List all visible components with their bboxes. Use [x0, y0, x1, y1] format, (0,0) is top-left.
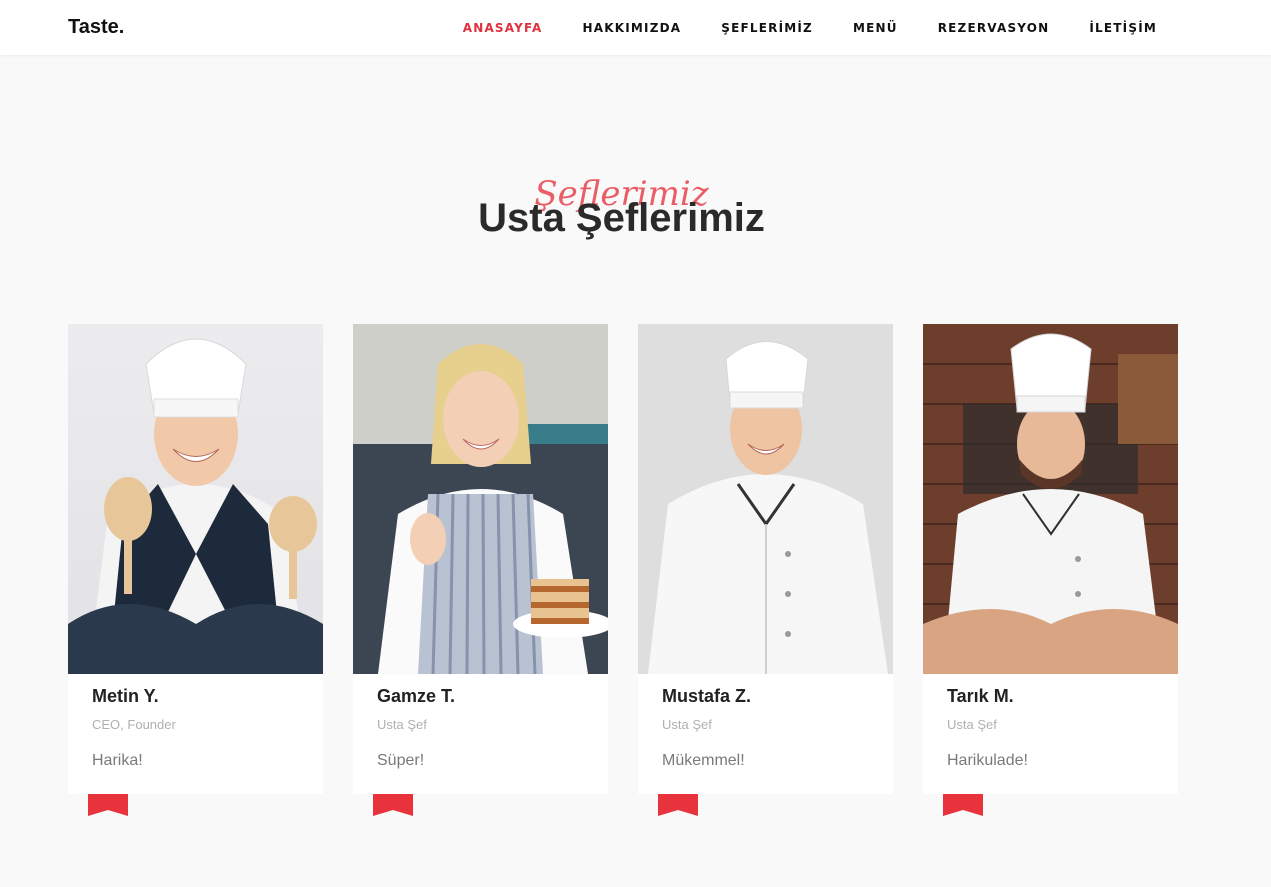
chef-quote: Harika!	[92, 752, 143, 769]
chef-card-body: Metin Y. CEO, Founder Harika!	[68, 674, 323, 794]
chef-quote: Süper!	[377, 752, 425, 769]
ribbon-bookmark-icon	[658, 794, 698, 816]
chef-photo-illustration	[68, 324, 323, 674]
section-title: Usta Şeflerimiz	[478, 196, 765, 240]
chef-name: Mustafa Z.	[662, 686, 752, 706]
chef-quote: Harikulade!	[947, 752, 1028, 769]
chef-card[interactable]: Gamze T. Usta Şef Süper!	[353, 324, 608, 816]
section-heading: Şeflerimiz Usta Şeflerimiz	[0, 160, 1271, 270]
chef-photo-illustration	[638, 324, 893, 674]
chef-photo	[68, 324, 323, 674]
chef-name: Metin Y.	[92, 686, 159, 706]
chef-role: CEO, Founder	[92, 717, 176, 732]
nav-item-menu[interactable]: MENÜ	[853, 21, 898, 35]
chef-card[interactable]: Tarık M. Usta Şef Harikulade!	[923, 324, 1178, 816]
chef-name: Tarık M.	[947, 686, 1014, 706]
nav-item-rezervasyon[interactable]: REZERVASYON	[938, 21, 1050, 35]
chef-photo-illustration	[353, 324, 608, 674]
chef-quote: Mükemmel!	[662, 752, 745, 769]
chef-card-body: Tarık M. Usta Şef Harikulade!	[923, 674, 1178, 794]
top-navbar: Taste. ANASAYFA HAKKIMIZDA ŞEFLERİMİZ ME…	[0, 0, 1271, 55]
nav-item-seflerimiz[interactable]: ŞEFLERİMİZ	[721, 21, 813, 35]
nav-item-iletisim[interactable]: İLETİŞİM	[1089, 21, 1157, 35]
chef-card[interactable]: Mustafa Z. Usta Şef Mükemmel!	[638, 324, 893, 816]
chef-photo	[638, 324, 893, 674]
chef-role: Usta Şef	[947, 717, 997, 732]
chef-name: Gamze T.	[377, 686, 456, 706]
chef-role: Usta Şef	[377, 717, 427, 732]
chef-role: Usta Şef	[662, 717, 712, 732]
chef-photo	[353, 324, 608, 674]
nav-item-hakkimizda[interactable]: HAKKIMIZDA	[583, 21, 682, 35]
main-nav: ANASAYFA HAKKIMIZDA ŞEFLERİMİZ MENÜ REZE…	[463, 0, 1157, 55]
ribbon-bookmark-icon	[88, 794, 128, 816]
chef-card-body: Gamze T. Usta Şef Süper!	[353, 674, 608, 794]
chef-card-body: Mustafa Z. Usta Şef Mükemmel!	[638, 674, 893, 794]
chef-card[interactable]: Metin Y. CEO, Founder Harika!	[68, 324, 323, 816]
chef-photo	[923, 324, 1178, 674]
nav-item-anasayfa[interactable]: ANASAYFA	[463, 21, 543, 35]
chef-cards: Metin Y. CEO, Founder Harika! Gamze T. U…	[68, 324, 1178, 816]
ribbon-bookmark-icon	[943, 794, 983, 816]
brand-logo[interactable]: Taste.	[68, 16, 124, 39]
ribbon-bookmark-icon	[373, 794, 413, 816]
chef-photo-illustration	[923, 324, 1178, 674]
